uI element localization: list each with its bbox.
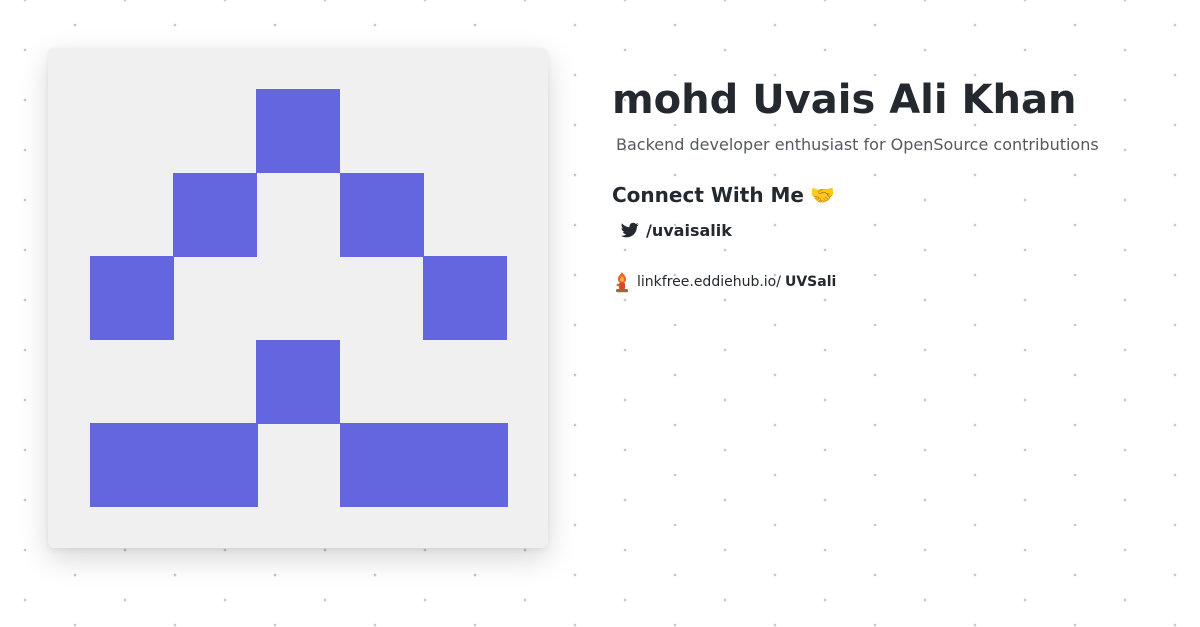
linkfree-username: UVSali [784,274,837,290]
linkfree-logo-icon [612,271,632,293]
avatar [48,48,548,548]
identicon-cell [256,89,340,173]
handshake-icon: 🤝 [809,183,835,207]
identicon-cell [90,256,174,340]
profile-name: mohd Uvais Ali Khan [612,77,1077,123]
twitter-icon [620,221,639,239]
identicon-cell [90,423,258,507]
twitter-handle: /uvaisalik [646,220,732,240]
linkfree-link[interactable]: linkfree.eddiehub.io/ UVSali [612,270,1182,294]
social-link-twitter[interactable]: /uvaisalik [620,216,1182,244]
identicon-cell [340,423,508,507]
identicon-cell [340,173,424,257]
connect-heading: Connect With Me 🤝 [612,180,1182,210]
connect-heading-text: Connect With Me [612,183,804,207]
identicon-cell [173,173,257,257]
profile-info: mohd Uvais Ali Khan Backend developer en… [612,74,1182,294]
profile-bio: Backend developer enthusiast for OpenSou… [616,135,1099,154]
linkfree-domain: linkfree.eddiehub.io/ [637,274,781,290]
identicon-avatar-image [90,89,508,507]
identicon-cell [423,256,507,340]
identicon-cell [256,340,340,424]
